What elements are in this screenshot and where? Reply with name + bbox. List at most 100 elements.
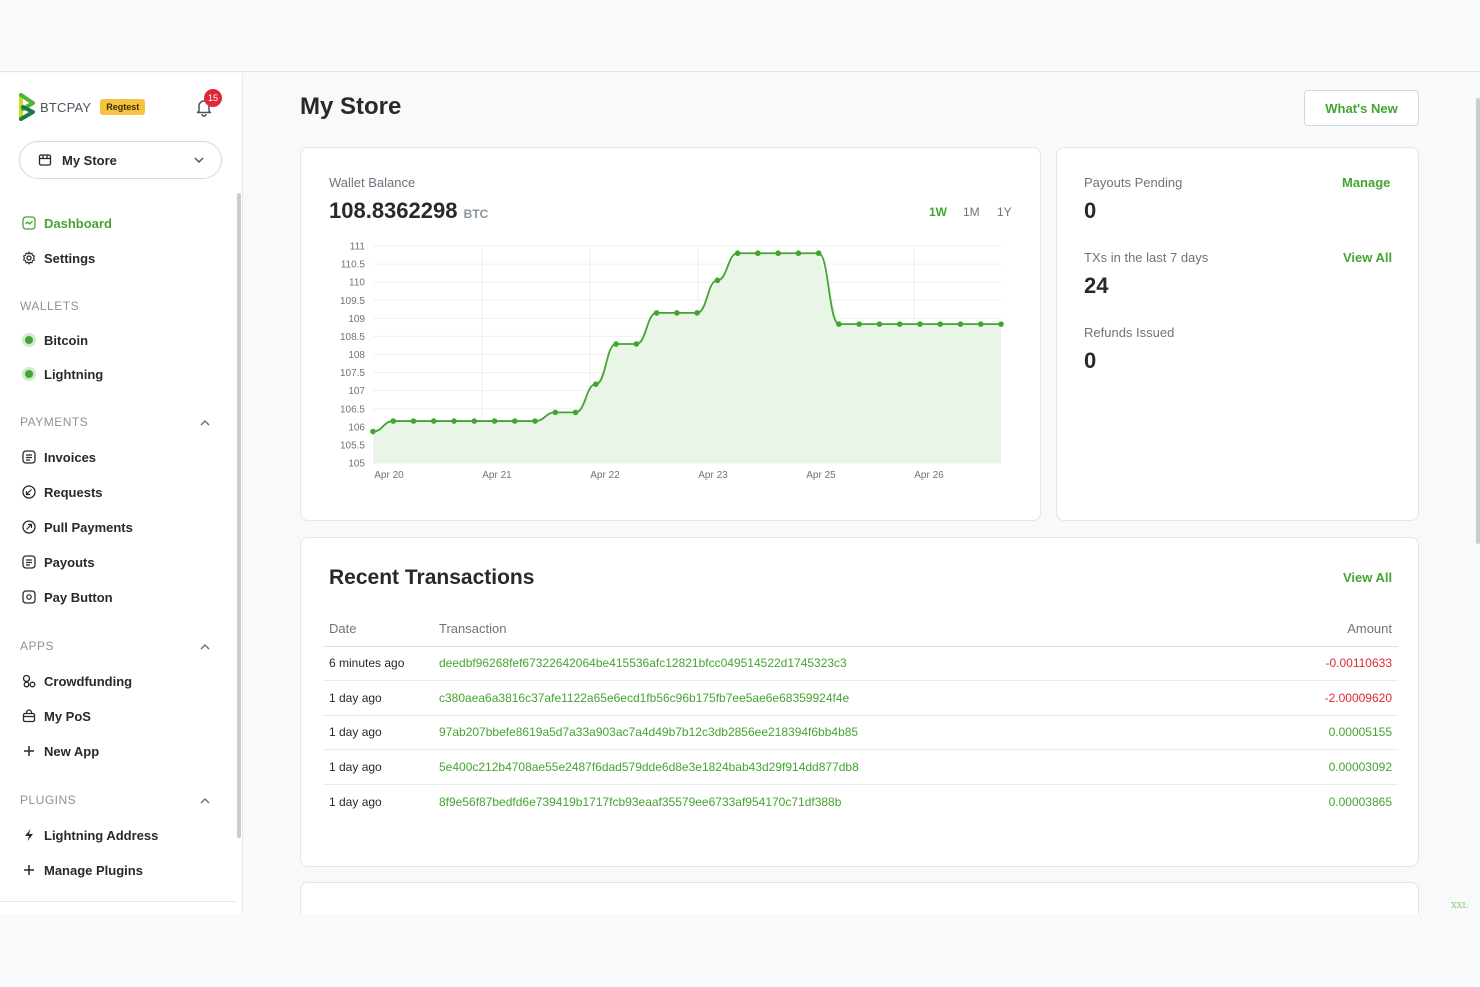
balance-area	[373, 253, 1001, 463]
wallet-balance-label: Wallet Balance	[329, 175, 416, 190]
tx-amount: 0.00003092	[1248, 749, 1398, 785]
nav-pay-button[interactable]: Pay Button	[22, 586, 113, 608]
view-all-txs-link[interactable]: View All	[1343, 250, 1392, 265]
gear-icon	[23, 251, 35, 265]
nav-lightning[interactable]: Lightning	[22, 363, 103, 385]
nav-invoices[interactable]: Invoices	[22, 446, 96, 468]
y-tick-label: 108.5	[340, 332, 365, 343]
txs-last-7-days-label: TXs in the last 7 days	[1084, 250, 1209, 265]
plugins-section-header: PLUGINS	[20, 793, 77, 807]
range-1m-button[interactable]: 1M	[963, 205, 980, 219]
table-row: 1 day ago 97ab207bbefe8619a5d7a33a903ac7…	[323, 715, 1398, 750]
nav-payouts[interactable]: Payouts	[22, 551, 95, 573]
tx-date: 1 day ago	[323, 749, 433, 785]
nav-pull-payments[interactable]: Pull Payments	[22, 516, 133, 538]
crowdfunding-icon	[22, 674, 36, 688]
store-selector[interactable]: My Store	[19, 141, 222, 179]
nav-lightning-address[interactable]: Lightning Address	[22, 824, 158, 846]
notification-count-badge[interactable]: 15	[204, 89, 222, 107]
nav-bitcoin-label: Bitcoin	[44, 332, 89, 348]
tx-amount: -2.00009620	[1248, 680, 1398, 716]
nav-requests[interactable]: Requests	[22, 481, 103, 503]
table-row: 1 day ago 8f9e56f87bedfd6e739419b1717fcb…	[323, 784, 1398, 819]
column-header-transaction[interactable]: Transaction	[433, 612, 1249, 647]
balance-point	[491, 418, 498, 424]
balance-point	[410, 418, 417, 424]
nav-settings[interactable]: Settings	[22, 247, 95, 269]
range-1w-button[interactable]: 1W	[929, 205, 947, 219]
nav-dashboard[interactable]: Dashboard	[22, 212, 112, 234]
balance-point	[876, 321, 883, 327]
nav-my-pos-label: My PoS	[44, 708, 91, 724]
tx-id-link[interactable]: 5e400c212b4708ae55e2487f6dad579dde6d8e3e…	[433, 749, 1249, 785]
whats-new-button[interactable]: What's New	[1304, 90, 1419, 126]
table-row: 1 day ago c380aea6a3816c37afe1122a65e6ec…	[323, 680, 1398, 716]
balance-point	[572, 409, 579, 416]
balance-point	[674, 310, 680, 316]
nav-pay-button-label: Pay Button	[44, 589, 113, 605]
tx-amount: 0.00003865	[1328, 794, 1392, 809]
payouts-pending-value: 0	[1084, 198, 1097, 223]
main-scrollbar[interactable]	[1476, 98, 1480, 544]
balance-point	[998, 321, 1004, 327]
x-tick-label: Apr 21	[482, 470, 512, 481]
balance-point	[552, 409, 559, 416]
recent-transactions-title: Recent Transactions	[329, 566, 535, 589]
lightning-bolt-icon	[25, 829, 33, 841]
tx-id-link[interactable]: deedbf96268fef67322642064be415536afc1282…	[433, 646, 1249, 681]
x-tick-label: Apr 25	[806, 470, 836, 481]
plus-icon	[24, 746, 34, 756]
chevron-up-icon[interactable]	[199, 641, 211, 653]
nav-crowdfunding[interactable]: Crowdfunding	[22, 670, 132, 692]
nav-manage-plugins[interactable]: Manage Plugins	[22, 859, 143, 881]
balance-point	[714, 277, 721, 284]
nav-new-app[interactable]: New App	[22, 740, 99, 762]
balance-point	[370, 428, 376, 435]
brand-name: BTCPAY	[40, 99, 92, 115]
column-header-amount[interactable]: Amount	[1248, 612, 1398, 647]
tx-id-link[interactable]: 8f9e56f87bedfd6e739419b1717fcb93eaaf3557…	[433, 784, 1248, 819]
balance-point	[917, 321, 923, 327]
balance-point	[430, 418, 437, 424]
y-tick-label: 110	[349, 278, 365, 289]
nav-dashboard-label: Dashboard	[44, 215, 112, 231]
txs-last-7-days-value: 24	[1084, 273, 1109, 298]
wallet-balance-card: Wallet Balance 108.8362298 BTC 1W 1M 1Y …	[300, 147, 1041, 521]
y-tick-label: 110.5	[341, 260, 366, 271]
store-icon	[38, 154, 52, 166]
column-header-date[interactable]: Date	[323, 612, 433, 647]
y-tick-label: 106.5	[340, 404, 365, 415]
chevron-up-icon[interactable]	[199, 795, 211, 807]
balance-point	[937, 321, 944, 327]
nav-bitcoin[interactable]: Bitcoin	[22, 329, 88, 351]
dashboard-icon	[22, 216, 36, 230]
nav-crowdfunding-label: Crowdfunding	[44, 673, 133, 689]
balance-point	[613, 341, 619, 347]
wallet-balance-amount: 108.8362298	[329, 198, 458, 223]
bottom-bar	[0, 914, 1480, 987]
y-tick-label: 105.5	[340, 440, 365, 451]
btcpay-logo-icon	[19, 93, 35, 121]
range-1y-button[interactable]: 1Y	[997, 205, 1012, 219]
tx-date: 6 minutes ago	[323, 646, 433, 681]
brand-logo[interactable]: BTCPAY Regtest	[19, 93, 146, 121]
sidebar-divider	[0, 901, 237, 902]
status-dot-icon	[22, 333, 36, 347]
view-all-transactions-link[interactable]: View All	[1343, 570, 1392, 585]
balance-point	[633, 341, 640, 347]
y-tick-label: 107.5	[340, 368, 365, 379]
nav-payouts-label: Payouts	[44, 554, 95, 570]
payouts-pending-label: Payouts Pending	[1084, 175, 1183, 190]
tx-id-link[interactable]: 97ab207bbefe8619a5d7a33a903ac7a4d49b7b12…	[433, 715, 1249, 750]
chevron-up-icon[interactable]	[199, 417, 211, 429]
manage-payouts-link[interactable]: Manage	[1342, 175, 1390, 190]
tx-id-link[interactable]: c380aea6a3816c37afe1122a65e6ecd1fb56c96b…	[433, 680, 1249, 716]
table-row: 6 minutes ago deedbf96268fef67322642064b…	[323, 646, 1398, 681]
payout-icon	[22, 555, 36, 569]
refunds-issued-value: 0	[1084, 348, 1097, 373]
x-tick-label: Apr 23	[698, 470, 728, 481]
y-tick-label: 105	[348, 459, 365, 470]
sidebar-scrollbar[interactable]	[237, 193, 241, 838]
balance-point	[856, 321, 862, 327]
nav-my-pos[interactable]: My PoS	[22, 705, 91, 727]
